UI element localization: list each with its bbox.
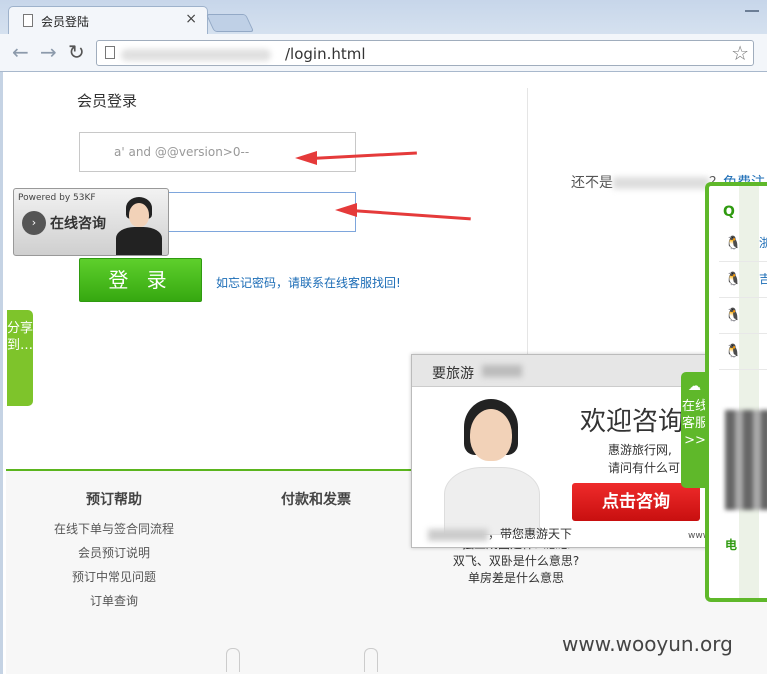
watermark: www.wooyun.org xyxy=(562,632,733,656)
footer-link[interactable]: 预订中常见问题 xyxy=(50,565,178,589)
qq-penguin-icon: 🐧 xyxy=(725,344,742,359)
qq-penguin-icon: 🐧 xyxy=(725,308,742,323)
kf-chat-widget[interactable]: Powered by 53KF › 在线咨询 xyxy=(13,188,169,256)
forgot-password-text: 如忘记密码，请联系在线客服找回! xyxy=(216,276,401,290)
agent-body xyxy=(116,227,162,255)
popup-line: 惠游旅行网, xyxy=(608,443,672,457)
page-title: 会员登录 xyxy=(77,92,138,110)
footer-link[interactable]: 单房差是什么意思 xyxy=(426,569,606,586)
annotation-arrow xyxy=(335,203,475,221)
landmark-decoration xyxy=(364,648,378,672)
login-button[interactable]: 登 录 xyxy=(79,258,202,302)
popup-line: 请问有什么可 xyxy=(608,461,681,475)
powered-by-text: Powered by 53KF xyxy=(18,193,96,203)
qq-contact-link[interactable]: 浙 xyxy=(759,234,767,251)
tab-title: 会员登陆 xyxy=(41,15,90,29)
qq-contact-row[interactable]: 🐧 浙 xyxy=(719,226,767,262)
minimize-icon[interactable] xyxy=(745,2,759,12)
register-prefix: 还不是 xyxy=(571,175,613,191)
welcome-text: 欢迎咨询 xyxy=(580,407,685,437)
slogan-text: ，带您惠游天下 xyxy=(488,527,573,541)
redacted-host xyxy=(121,49,271,61)
kf-label: 在线咨询 xyxy=(50,216,106,232)
qq-penguin-icon: 🐧 xyxy=(725,272,742,287)
consult-button[interactable]: 点击咨询 xyxy=(572,483,700,521)
qq-support-panel: Q 🐧 浙 🐧 吉 🐧 🐧 电 xyxy=(705,182,767,602)
agent-photo xyxy=(436,395,546,535)
close-tab-icon[interactable]: × xyxy=(185,11,197,27)
qq-contact-row[interactable]: 🐧 xyxy=(719,334,767,370)
redacted-text xyxy=(482,365,522,377)
phone-label: 电 xyxy=(725,538,738,552)
qq-contact-row[interactable]: 🐧 xyxy=(719,298,767,334)
url-text: /login.html xyxy=(285,45,366,63)
agent-face xyxy=(470,409,512,461)
footer-col-booking: 预订帮助 在线下单与签合同流程 会员预订说明 预订中常见问题 订单查询 xyxy=(50,489,178,613)
footer-heading: 付款和发票 xyxy=(281,492,351,508)
agent-face xyxy=(129,203,149,227)
reload-button[interactable]: ↻ xyxy=(68,41,85,63)
arrow-shaft xyxy=(350,209,471,221)
browser-chrome: 会员登陆 × ← → ↻ /login.html ☆ xyxy=(0,0,767,72)
share-tab[interactable]: 分享到… xyxy=(7,310,33,406)
landmark-decoration xyxy=(226,648,240,672)
qr-code-redacted xyxy=(725,410,767,510)
qq-penguin-icon: 🐧 xyxy=(725,236,742,251)
forward-button[interactable]: → xyxy=(40,41,57,63)
chat-popup: 要旅游 欢迎咨询 惠游旅行网, 请问有什么可 点击咨询 ，带您惠游天下 www. xyxy=(411,354,711,548)
qq-contact-link[interactable]: 吉 xyxy=(759,270,767,287)
page-icon xyxy=(23,14,33,27)
popup-title: 要旅游 xyxy=(432,366,474,382)
username-value: a' and @@version>0-- xyxy=(114,145,250,159)
play-icon: › xyxy=(22,211,46,235)
agent-avatar xyxy=(110,197,166,255)
redacted-text xyxy=(613,177,709,189)
qq-contact-row[interactable]: 🐧 吉 xyxy=(719,262,767,298)
back-button[interactable]: ← xyxy=(12,41,29,63)
popup-slogan: ，带您惠游天下 xyxy=(428,525,572,542)
browser-tab[interactable]: 会员登陆 × xyxy=(8,6,208,34)
footer-link[interactable]: 在线下单与签合同流程 xyxy=(50,517,178,541)
tab-strip: 会员登陆 × xyxy=(0,0,767,34)
page-content: 会员登录 a' and @@version>0-- 登 录 如忘记密码，请联系在… xyxy=(0,72,767,674)
footer-heading: 预订帮助 xyxy=(86,492,142,508)
popup-titlebar: 要旅游 xyxy=(412,355,710,387)
footer-col-payment: 付款和发票 xyxy=(268,489,364,517)
new-tab-button[interactable] xyxy=(205,14,255,32)
annotation-arrow xyxy=(295,151,419,165)
redacted-text xyxy=(428,528,488,541)
toolbar: ← → ↻ /login.html ☆ xyxy=(0,34,767,72)
footer-link[interactable]: 双飞、双卧是什么意思? xyxy=(426,552,606,569)
chat-bubble-icon: ☁ xyxy=(688,379,701,394)
page-icon xyxy=(105,46,115,59)
address-bar[interactable]: /login.html ☆ xyxy=(96,40,754,66)
footer-link[interactable]: 会员预订说明 xyxy=(50,541,178,565)
qq-panel-heading: Q xyxy=(723,204,735,220)
footer-link[interactable]: 订单查询 xyxy=(50,589,178,613)
bookmark-star-icon[interactable]: ☆ xyxy=(731,41,749,65)
